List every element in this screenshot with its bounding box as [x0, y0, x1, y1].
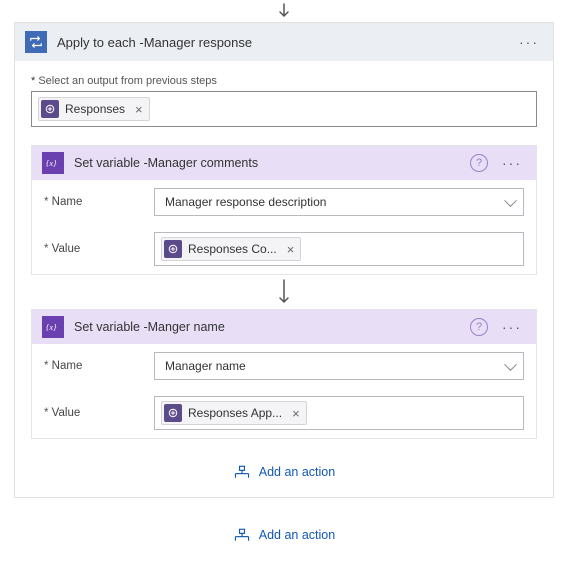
svg-text:{x}: {x} — [46, 323, 57, 332]
add-action-label: Add an action — [259, 528, 335, 542]
token-label: Responses Co... — [188, 242, 277, 256]
apply-to-each-title: Apply to each -Manager response — [57, 35, 515, 50]
value-field[interactable]: Responses Co... × — [154, 232, 524, 266]
card-menu-button[interactable]: ··· — [498, 319, 526, 335]
help-icon[interactable]: ? — [470, 154, 488, 172]
token-remove-button[interactable]: × — [287, 242, 295, 257]
arrow-between-cards — [31, 275, 537, 309]
arrow-into-loop — [0, 0, 568, 22]
output-label: Select an output from previous steps — [31, 75, 537, 87]
add-action-inner[interactable]: Add an action — [31, 465, 537, 479]
apply-to-each-card: Apply to each -Manager response ··· Sele… — [14, 22, 554, 498]
row-value: Value Responses App... × — [32, 388, 536, 438]
row-name: Name Manager name — [32, 344, 536, 388]
value-token[interactable]: Responses App... × — [161, 401, 307, 425]
variable-icon: {x} — [42, 316, 64, 338]
card-title: Set variable -Manger name — [74, 320, 470, 334]
row-label: Value — [44, 243, 144, 255]
set-variable-card-2: {x} Set variable -Manger name ? ··· Name… — [31, 309, 537, 439]
token-remove-button[interactable]: × — [135, 102, 143, 117]
token-label: Responses — [65, 102, 125, 116]
row-label: Name — [44, 196, 144, 208]
row-label: Value — [44, 407, 144, 419]
set-variable-header-2[interactable]: {x} Set variable -Manger name ? ··· — [32, 310, 536, 344]
add-action-outer[interactable]: Add an action — [0, 528, 568, 542]
name-select[interactable]: Manager name — [154, 352, 524, 380]
row-label: Name — [44, 360, 144, 372]
connector-icon — [41, 100, 59, 118]
row-value: Value Responses Co... × — [32, 224, 536, 274]
header-menu-button[interactable]: ··· — [515, 34, 543, 50]
value-field[interactable]: Responses App... × — [154, 396, 524, 430]
set-variable-card-1: {x} Set variable -Manager comments ? ···… — [31, 145, 537, 275]
value-token[interactable]: Responses Co... × — [161, 237, 301, 261]
card-menu-button[interactable]: ··· — [498, 155, 526, 171]
svg-text:{x}: {x} — [46, 159, 57, 168]
row-name: Name Manager response description — [32, 180, 536, 224]
token-remove-button[interactable]: × — [292, 406, 300, 421]
connector-icon — [164, 240, 182, 258]
add-action-label: Add an action — [259, 465, 335, 479]
output-field[interactable]: Responses × — [31, 91, 537, 127]
loop-icon — [25, 31, 47, 53]
help-icon[interactable]: ? — [470, 318, 488, 336]
outer-card-body: Select an output from previous steps Res… — [15, 61, 553, 497]
set-variable-header-1[interactable]: {x} Set variable -Manager comments ? ··· — [32, 146, 536, 180]
card-title: Set variable -Manager comments — [74, 156, 470, 170]
output-token[interactable]: Responses × — [38, 97, 150, 121]
apply-to-each-header[interactable]: Apply to each -Manager response ··· — [15, 23, 553, 61]
variable-icon: {x} — [42, 152, 64, 174]
token-label: Responses App... — [188, 406, 282, 420]
name-select[interactable]: Manager response description — [154, 188, 524, 216]
connector-icon — [164, 404, 182, 422]
